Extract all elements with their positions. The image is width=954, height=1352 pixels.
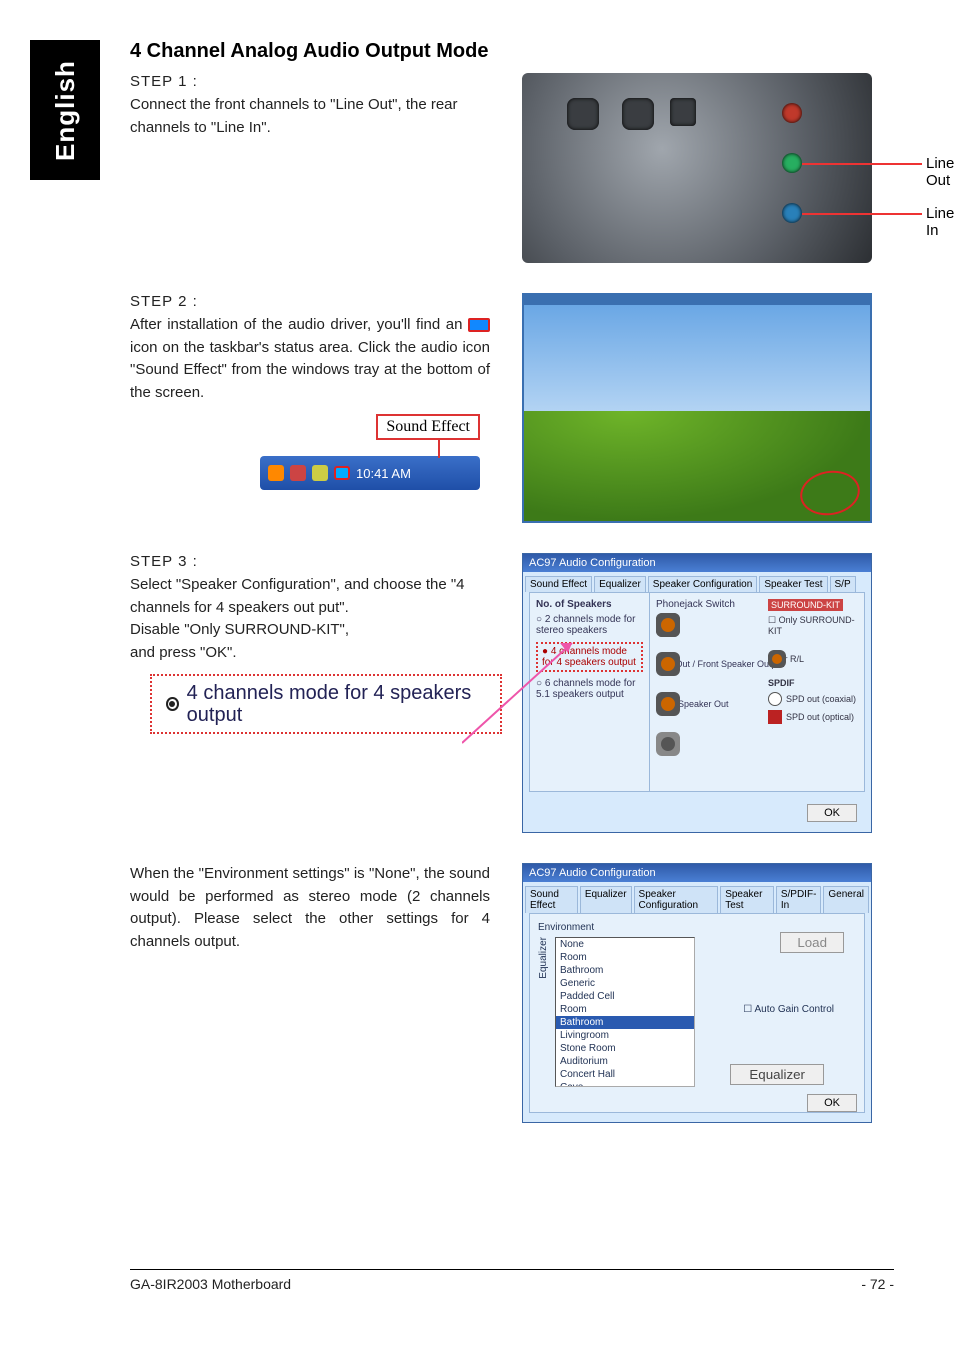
env-tab-general[interactable]: General	[823, 886, 869, 913]
load-button[interactable]: Load	[780, 932, 844, 953]
tab-equalizer[interactable]: Equalizer	[594, 576, 646, 592]
language-tab: English	[30, 40, 100, 180]
equalizer-button[interactable]: Equalizer	[730, 1064, 824, 1085]
list-item[interactable]: Stone Room	[556, 1042, 694, 1055]
tab-speaker-config[interactable]: Speaker Configuration	[648, 576, 758, 592]
surround-kit-chip: SURROUND-KIT	[768, 599, 843, 611]
list-item[interactable]: Bathroom	[556, 1016, 694, 1029]
spd-opt-icon	[768, 710, 782, 724]
spd-coax-icon	[768, 692, 782, 706]
sound-effect-callout: Sound Effect	[376, 414, 480, 440]
tray-audio-icon	[334, 466, 350, 480]
step3-body2: Disable "Only SURROUND-KIT",	[130, 619, 490, 642]
four-channel-callout: 4 channels mode for 4 speakers output	[150, 674, 502, 734]
footer-left: GA-8IR2003 Motherboard	[130, 1276, 291, 1292]
env-tab-sound-effect[interactable]: Sound Effect	[525, 886, 578, 913]
env-tab-spdif-in[interactable]: S/PDIF-In	[776, 886, 822, 913]
io-panel-image	[522, 73, 872, 263]
line-out-label: Line Out	[926, 155, 954, 189]
environment-window: AC97 Audio Configuration Sound Effect Eq…	[522, 863, 872, 1123]
env-tab-speaker-config[interactable]: Speaker Configuration	[634, 886, 719, 913]
env-paragraph: When the "Environment settings" is "None…	[130, 863, 490, 953]
spdif-label: SPDIF	[768, 678, 858, 688]
list-item[interactable]: Room	[556, 951, 694, 964]
list-item[interactable]: None	[556, 938, 694, 951]
step1-label: STEP 1 :	[130, 73, 502, 90]
tab-spdif[interactable]: S/P	[830, 576, 856, 592]
env-tab-speaker-test[interactable]: Speaker Test	[720, 886, 774, 913]
list-item[interactable]: Livingroom	[556, 1029, 694, 1042]
rear-out-icon	[656, 692, 680, 716]
spd-coax-label: SPD out (coaxial)	[786, 694, 856, 704]
section-title: 4 Channel Analog Audio Output Mode	[130, 40, 894, 63]
desktop-screenshot	[522, 293, 872, 523]
radio-selected-icon	[166, 697, 179, 711]
env-window-title: AC97 Audio Configuration	[523, 864, 871, 882]
ok-button[interactable]: OK	[807, 804, 857, 822]
front-speaker-icon-2	[656, 613, 680, 637]
leader-line	[462, 633, 582, 753]
list-item[interactable]: Padded Cell	[556, 990, 694, 1003]
env-tab-equalizer[interactable]: Equalizer	[580, 886, 632, 913]
env-ok-button[interactable]: OK	[807, 1094, 857, 1112]
list-item[interactable]: Bathroom	[556, 964, 694, 977]
step2-body-pre: After installation of the audio driver, …	[130, 316, 468, 333]
auto-gain-checkbox[interactable]: ☐ Auto Gain Control	[743, 1004, 834, 1015]
window-title: AC97 Audio Configuration	[523, 554, 871, 572]
step2-body: After installation of the audio driver, …	[130, 314, 490, 404]
list-item[interactable]: Room	[556, 1003, 694, 1016]
env-equalizer-side-label: Equalizer	[538, 937, 549, 979]
list-item[interactable]: Concert Hall	[556, 1068, 694, 1081]
rear-rl-icon	[768, 650, 786, 668]
window-tabs: Sound Effect Equalizer Speaker Configura…	[523, 572, 871, 592]
tab-sound-effect[interactable]: Sound Effect	[525, 576, 592, 592]
line-in-pointer	[802, 213, 922, 215]
taskbar-image: 10:41 AM	[260, 456, 480, 490]
step3-body3: and press "OK".	[130, 642, 490, 665]
tab-speaker-test[interactable]: Speaker Test	[759, 576, 827, 592]
step3-body1: Select "Speaker Configuration", and choo…	[130, 574, 490, 619]
spd-opt-label: SPD out (optical)	[786, 712, 854, 722]
step1-body: Connect the front channels to "Line Out"…	[130, 94, 490, 139]
step2-label: STEP 2 :	[130, 293, 502, 310]
sound-effect-icon	[468, 318, 490, 332]
rear-speaker-icon	[656, 652, 680, 676]
list-item[interactable]: Cave	[556, 1081, 694, 1087]
only-surround-check[interactable]: ☐ Only SURROUND-KIT	[768, 615, 858, 636]
list-item[interactable]: Auditorium	[556, 1055, 694, 1068]
no-of-speakers-label: No. of Speakers	[536, 599, 643, 610]
line-in-label: Line In	[926, 205, 954, 239]
step2-body-post: icon on the taskbar's status area. Click…	[130, 339, 490, 401]
list-item[interactable]: Generic	[556, 977, 694, 990]
env-window-tabs: Sound Effect Equalizer Speaker Configura…	[523, 882, 871, 913]
mic-icon	[656, 732, 680, 756]
footer-page-number: - 72 -	[861, 1276, 894, 1292]
four-channel-callout-label: 4 channels mode for 4 speakers output	[187, 682, 486, 726]
line-out-pointer	[802, 163, 922, 165]
language-tab-label: English	[50, 60, 81, 161]
step3-label: STEP 3 :	[130, 553, 502, 570]
tray-time: 10:41 AM	[356, 466, 411, 481]
environment-list[interactable]: None Room Bathroom Generic Padded Cell R…	[555, 937, 695, 1087]
